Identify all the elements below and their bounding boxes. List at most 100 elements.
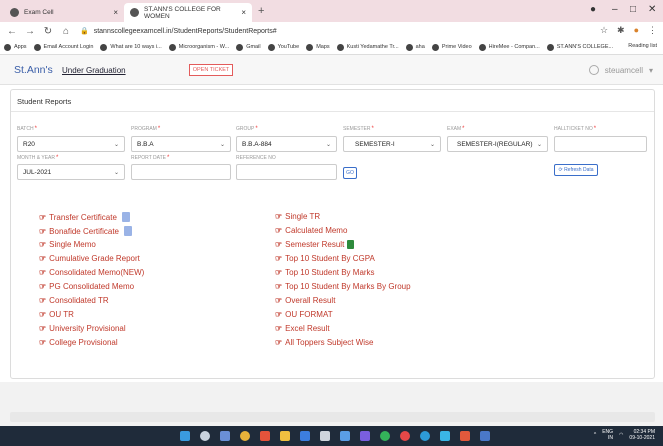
link-consolidated-tr[interactable]: ☞ Consolidated TR	[39, 296, 109, 305]
tab-st-anns-college[interactable]: ST.ANN'S COLLEGE FOR WOMEN ×	[124, 3, 252, 22]
lock-icon: 🔒	[80, 28, 89, 35]
chevron-down-icon: ▾	[648, 65, 653, 75]
link-all-toppers[interactable]: ☞ All Toppers Subject Wise	[275, 338, 374, 347]
chrome-icon[interactable]	[240, 431, 250, 441]
chevron-down-icon: ⌄	[113, 141, 119, 148]
search-icon[interactable]	[200, 431, 210, 441]
hand-pointer-icon: ☞	[39, 212, 47, 222]
link-college-provisional[interactable]: ☞ College Provisional	[39, 338, 118, 347]
document-icon	[124, 226, 132, 236]
task-view-icon[interactable]	[220, 431, 230, 441]
user-menu[interactable]: steuamcell ▾	[588, 65, 653, 75]
refresh-data-button[interactable]: ⟳ Refresh Data	[554, 164, 598, 176]
app-icon[interactable]	[320, 431, 330, 441]
bookmark-item[interactable]: Gmail	[236, 43, 261, 51]
system-tray[interactable]: ^ ENG IN ◠ 02:34 PM 09-10-2021	[594, 429, 655, 441]
app-icon[interactable]	[420, 431, 430, 441]
link-bonafide-certificate[interactable]: ☞ Bonafide Certificate	[39, 226, 132, 236]
back-icon[interactable]: ←	[6, 26, 18, 37]
close-tab-icon[interactable]: ×	[241, 8, 246, 17]
extensions-icon[interactable]: ✱	[617, 25, 625, 36]
username: steuamcell	[604, 65, 643, 75]
bookmark-item[interactable]: Email Account Login	[33, 43, 93, 51]
link-calculated-memo[interactable]: ☞ Calculated Memo	[275, 226, 347, 235]
app-icon[interactable]	[460, 431, 470, 441]
reading-list-button[interactable]: Reading list	[628, 43, 657, 49]
bookmark-favicon-icon	[431, 43, 439, 51]
bookmark-label: Gmail	[246, 44, 261, 50]
group-select[interactable]: B.B.A-884 ⌄	[236, 136, 337, 152]
chevron-down-icon: ⌄	[113, 169, 119, 176]
link-top10-marks-group[interactable]: ☞ Top 10 Student By Marks By Group	[275, 282, 411, 291]
bookmark-item[interactable]: Microorganism - W...	[168, 43, 229, 51]
star-icon[interactable]: ☆	[600, 25, 608, 36]
link-ou-format[interactable]: ☞ OU FORMAT	[275, 310, 333, 319]
link-excel-result[interactable]: ☞ Excel Result	[275, 324, 330, 333]
bookmark-item[interactable]: ST.ANN'S COLLEGE...	[546, 43, 613, 51]
program-label: PROGRAM*	[131, 126, 161, 132]
link-ou-tr[interactable]: ☞ OU TR	[39, 310, 74, 319]
batch-select[interactable]: R20 ⌄	[17, 136, 125, 152]
bookmark-favicon-icon	[33, 43, 41, 51]
link-top10-cgpa[interactable]: ☞ Top 10 Student By CGPA	[275, 254, 375, 263]
forward-icon[interactable]: →	[24, 26, 36, 37]
bookmark-item[interactable]: What are 10 ways i...	[100, 43, 162, 51]
mail-icon[interactable]	[300, 431, 310, 441]
app-icon[interactable]	[340, 431, 350, 441]
under-graduation-link[interactable]: Under Graduation	[62, 66, 126, 75]
bookmark-item[interactable]: Maps	[306, 43, 330, 51]
file-explorer-icon[interactable]	[280, 431, 290, 441]
hand-pointer-icon: ☞	[275, 324, 283, 333]
bookmark-item[interactable]: YouTube	[267, 43, 299, 51]
link-cumulative-grade-report[interactable]: ☞ Cumulative Grade Report	[39, 254, 140, 263]
close-tab-icon[interactable]: ×	[113, 8, 118, 17]
exam-select[interactable]: SEMESTER-I(REGULAR) ⌄	[447, 136, 548, 152]
minimize-icon[interactable]: –	[612, 4, 618, 15]
bookmark-item[interactable]: aha	[405, 43, 425, 51]
home-icon[interactable]: ⌂	[60, 26, 72, 37]
hand-pointer-icon: ☞	[275, 212, 283, 221]
open-ticket-button[interactable]: OPEN TICKET	[189, 64, 233, 76]
link-overall-result[interactable]: ☞ Overall Result	[275, 296, 335, 305]
hallticket-input[interactable]	[554, 136, 647, 152]
reference-input[interactable]	[236, 164, 337, 180]
link-semester-result[interactable]: ☞ Semester Result	[275, 240, 355, 249]
hand-pointer-icon: ☞	[39, 240, 47, 249]
bookmark-item[interactable]: Prime Video	[431, 43, 472, 51]
app-icon[interactable]	[440, 431, 450, 441]
link-single-tr[interactable]: ☞ Single TR	[275, 212, 320, 221]
bookmark-item[interactable]: Apps	[4, 43, 27, 51]
tab-exam-cell[interactable]: Exam Cell ×	[4, 3, 124, 22]
semester-select[interactable]: SEMESTER-I ⌄	[343, 136, 441, 152]
link-university-provisional[interactable]: ☞ University Provisional	[39, 324, 126, 333]
month-year-select[interactable]: JUL-2021 ⌄	[17, 164, 125, 180]
url-field[interactable]: 🔒 stannscollegeexamcell.in/StudentReport…	[80, 27, 277, 36]
whatsapp-icon[interactable]	[380, 431, 390, 441]
profile-icon[interactable]: ●	[590, 4, 596, 15]
hand-pointer-icon: ☞	[275, 226, 283, 235]
app-icon[interactable]	[260, 431, 270, 441]
bookmark-label: aha	[415, 44, 425, 50]
app-icon[interactable]	[360, 431, 370, 441]
report-date-input[interactable]	[131, 164, 231, 180]
link-consolidated-memo-new[interactable]: ☞ Consolidated Memo(NEW)	[39, 268, 144, 277]
link-transfer-certificate[interactable]: ☞ Transfer Certificate	[39, 212, 130, 222]
link-top10-marks[interactable]: ☞ Top 10 Student By Marks	[275, 268, 375, 277]
menu-icon[interactable]: ⋮	[648, 25, 657, 36]
profile-avatar-icon[interactable]: ●	[634, 25, 639, 36]
new-tab-button[interactable]: +	[258, 5, 264, 17]
bookmark-item[interactable]: Kusti Yedamathe Tr...	[336, 43, 399, 51]
windows-start-icon[interactable]	[180, 431, 190, 441]
link-single-memo[interactable]: ☞ Single Memo	[39, 240, 96, 249]
bookmark-favicon-icon	[236, 43, 244, 51]
reload-icon[interactable]: ↻	[42, 26, 54, 37]
app-icon[interactable]	[400, 431, 410, 441]
program-select[interactable]: B.B.A ⌄	[131, 136, 231, 152]
brand-name[interactable]: St.Ann's	[14, 64, 53, 76]
window-close-icon[interactable]: ✕	[648, 4, 656, 15]
app-icon[interactable]	[480, 431, 490, 441]
go-button[interactable]: GO	[343, 167, 357, 179]
bookmark-item[interactable]: HireMee - Compan...	[478, 43, 540, 51]
maximize-icon[interactable]: □	[630, 4, 636, 15]
link-pg-consolidated-memo[interactable]: ☞ PG Consolidated Memo	[39, 282, 134, 291]
